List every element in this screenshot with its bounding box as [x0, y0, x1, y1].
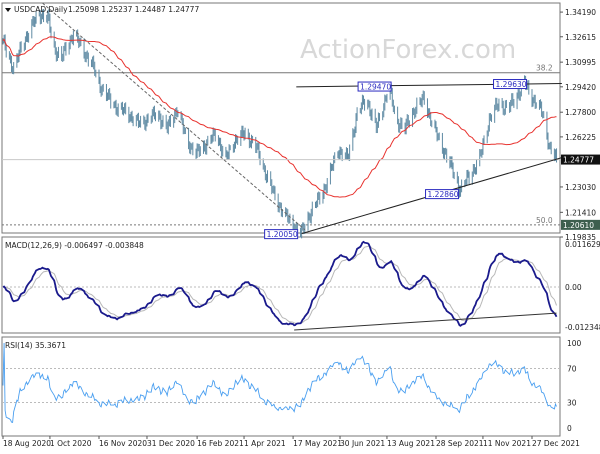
- macd-tick-label: -0.012348: [565, 323, 600, 332]
- date-tick-label: 28 Sep 2021: [436, 439, 484, 448]
- price-annotation: 1.29630: [496, 80, 527, 89]
- date-tick-label: 13 Aug 2021: [387, 439, 435, 448]
- price-tick-label: 1.32615: [565, 33, 596, 42]
- macd-tick-label: 0.011629: [565, 240, 600, 249]
- fib-level-label: 50.0: [536, 216, 553, 225]
- rsi-tick-label: 0: [567, 424, 572, 433]
- last-price-label: 1.24777: [563, 156, 594, 165]
- date-tick-label: 11 Nov 2021: [483, 439, 531, 448]
- date-tick-label: 17 May 2021: [293, 439, 342, 448]
- price-annotation: 1.20050: [267, 230, 298, 239]
- date-tick-label: 16 Feb 2021: [197, 439, 244, 448]
- macd-tick-label: 0.00: [565, 283, 582, 292]
- rsi-tick-label: 100: [567, 339, 582, 348]
- rsi-label: RSI(14) 35.3671: [5, 341, 66, 350]
- rsi-tick-label: 70: [567, 365, 577, 374]
- date-tick-label: 31 Dec 2020: [147, 439, 195, 448]
- date-tick-label: 27 Dec 2021: [532, 439, 580, 448]
- price-tick-label: 1.29420: [565, 83, 596, 92]
- date-tick-label: 1 Oct 2020: [50, 439, 92, 448]
- price-annotation: 1.22860: [428, 190, 459, 199]
- date-tick-label: 1 Apr 2021: [244, 439, 286, 448]
- price-tick-label: 1.30995: [565, 58, 596, 67]
- usdcad-chart: ActionForex.com 38.2 50.0 1.29470 1.29630 1.…: [0, 0, 600, 450]
- price-tick-label: 1.21410: [565, 208, 596, 217]
- price-annotation: 1.29470: [360, 83, 391, 92]
- date-tick-label: 16 Nov 2020: [99, 439, 147, 448]
- price-tick-label: 1.26225: [565, 133, 596, 142]
- watermark: ActionForex.com: [300, 35, 516, 65]
- fib-price-label: 1.20610: [563, 221, 594, 230]
- price-tick-label: 1.34190: [565, 8, 596, 17]
- price-tick-label: 1.27800: [565, 108, 596, 117]
- fib-level-label: 38.2: [536, 64, 553, 73]
- symbol-label: USDCAD,Daily: [14, 5, 68, 14]
- ohlc-readout: 1.25098 1.25237 1.24487 1.24777: [68, 5, 199, 14]
- date-tick-label: 30 Jun 2021: [340, 439, 385, 448]
- date-tick-label: 18 Aug 2020: [3, 439, 51, 448]
- macd-label: MACD(12,26,9) -0.006497 -0.003848: [5, 241, 144, 250]
- price-tick-label: 1.23030: [565, 183, 596, 192]
- rsi-tick-label: 30: [567, 399, 577, 408]
